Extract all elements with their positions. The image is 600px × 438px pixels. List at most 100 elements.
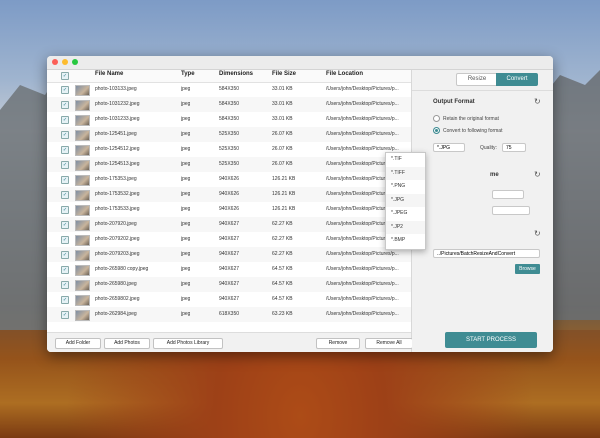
add-photos-button[interactable]: Add Photos: [104, 338, 150, 349]
table-row[interactable]: ✓ photo-1031233.jpeg jpeg 584X350 33.01 KB/U…: [47, 112, 411, 127]
photo-thumbnail: [75, 145, 90, 156]
quality-stepper[interactable]: 75: [502, 143, 526, 152]
row-checkbox[interactable]: ✓: [61, 206, 69, 214]
cell-file-size: 62.27 KB: [272, 221, 293, 227]
cell-file-name: photo-1031232.jpeg: [95, 101, 140, 107]
photo-thumbnail: [75, 250, 90, 261]
hidden-field[interactable]: [492, 206, 530, 215]
cell-file-size: 126.21 KB: [272, 206, 296, 212]
format-option[interactable]: *.TIF: [386, 153, 425, 166]
row-checkbox[interactable]: ✓: [61, 86, 69, 94]
refresh-icon[interactable]: ↻: [534, 98, 541, 106]
browse-button[interactable]: Browse: [515, 264, 540, 274]
cell-file-location: /Users/john/Desktop/Pictures/p...: [326, 101, 399, 107]
cell-file-location: /Users/john/Desktop/Pictures/p...: [326, 311, 399, 317]
cell-type: jpeg: [181, 281, 191, 287]
photo-thumbnail: [75, 310, 90, 321]
row-checkbox[interactable]: ✓: [61, 146, 69, 154]
format-option[interactable]: *.JP2: [386, 220, 425, 234]
cell-dimensions: 940X627: [219, 251, 240, 257]
cell-file-size: 33.01 KB: [272, 86, 293, 92]
row-checkbox[interactable]: ✓: [61, 131, 69, 139]
title-bar: [47, 56, 553, 70]
row-checkbox[interactable]: ✓: [61, 161, 69, 169]
remove-all-button[interactable]: Remove All: [365, 338, 413, 349]
format-option[interactable]: *.BMP: [386, 234, 425, 247]
table-row[interactable]: ✓ photo-2659802.jpeg jpeg 940X627 64.57 KB/U…: [47, 292, 411, 307]
table-row[interactable]: ✓ photo-265980.jpeg jpeg 940X627 64.57 KB/Us…: [47, 277, 411, 292]
cell-type: jpeg: [181, 266, 191, 272]
row-checkbox[interactable]: ✓: [61, 236, 69, 244]
table-row[interactable]: ✓ photo-103133.jpeg jpeg 584X350 33.01 KB/Us…: [47, 82, 411, 97]
divider: [412, 90, 553, 91]
format-option[interactable]: *.JPG: [386, 193, 425, 207]
cell-type: jpeg: [181, 116, 191, 122]
file-list-panel: ✓ File Name Type Dimensions File Size Fi…: [47, 70, 413, 352]
app-window: ✓ File Name Type Dimensions File Size Fi…: [47, 56, 553, 352]
row-checkbox[interactable]: ✓: [61, 116, 69, 124]
table-row[interactable]: ✓ photo-1031232.jpeg jpeg 584X350 33.01 KB/U…: [47, 97, 411, 112]
col-dimensions[interactable]: Dimensions: [219, 71, 253, 77]
cell-file-name: photo-2079202.jpeg: [95, 236, 140, 242]
zoom-window-button[interactable]: [72, 59, 78, 65]
refresh-icon[interactable]: ↻: [534, 230, 541, 238]
cell-type: jpeg: [181, 101, 191, 107]
cell-file-name: photo-1254513.jpeg: [95, 161, 140, 167]
format-option[interactable]: *.TIFF: [386, 166, 425, 180]
col-file-size[interactable]: File Size: [272, 71, 296, 77]
photo-thumbnail: [75, 115, 90, 126]
table-row[interactable]: ✓ photo-125451.jpeg jpeg 525X350 26.07 KB/Us…: [47, 127, 411, 142]
cell-dimensions: 525X350: [219, 161, 240, 167]
table-row[interactable]: ✓ photo-2079202.jpeg jpeg 940X627 62.27 KB/U…: [47, 232, 411, 247]
refresh-icon[interactable]: ↻: [534, 171, 541, 179]
format-option[interactable]: *.JPEG: [386, 207, 425, 220]
quality-label: Quality:: [480, 145, 497, 151]
cell-file-name: photo-265980 copy.jpeg: [95, 266, 149, 272]
table-row[interactable]: ✓ photo-1254512.jpeg jpeg 525X350 26.07 KB/U…: [47, 142, 411, 157]
list-footer: Add Folder Add Photos Add Photos Library…: [47, 332, 413, 352]
format-option[interactable]: *.PNG: [386, 180, 425, 193]
table-row[interactable]: ✓ photo-1753533.jpeg jpeg 940X626 126.21 KB /…: [47, 202, 411, 217]
output-path-field[interactable]: ../Pictures/BatchResizeAndConvert: [433, 249, 540, 258]
row-checkbox[interactable]: ✓: [61, 221, 69, 229]
row-checkbox[interactable]: ✓: [61, 191, 69, 199]
table-row[interactable]: ✓ photo-1753532.jpeg jpeg 940X626 126.21 KB /…: [47, 187, 411, 202]
table-row[interactable]: ✓ photo-2079203.jpeg jpeg 940X627 62.27 KB/U…: [47, 247, 411, 262]
row-checkbox[interactable]: ✓: [61, 251, 69, 259]
cell-file-location: /Users/john/Desktop/Pictures/p...: [326, 266, 399, 272]
cell-dimensions: 940X626: [219, 176, 240, 182]
col-file-location[interactable]: File Location: [326, 71, 363, 77]
select-all-checkbox[interactable]: ✓: [61, 72, 69, 80]
row-checkbox[interactable]: ✓: [61, 176, 69, 184]
table-row[interactable]: ✓ photo-265980 copy.jpeg jpeg 940X627 64.57 …: [47, 262, 411, 277]
retain-format-radio[interactable]: [433, 115, 440, 122]
col-file-name[interactable]: File Name: [95, 71, 123, 77]
table-row[interactable]: ✓ photo-262984.jpeg jpeg 618X350 63.23 KB/Us…: [47, 307, 411, 322]
table-row[interactable]: ✓ photo-175353.jpeg jpeg 940X626 126.21 KB/U…: [47, 172, 411, 187]
remove-button[interactable]: Remove: [316, 338, 360, 349]
row-checkbox[interactable]: ✓: [61, 311, 69, 319]
format-select-value: *.JPG: [437, 145, 451, 151]
cell-type: jpeg: [181, 236, 191, 242]
table-row[interactable]: ✓ photo-1254513.jpeg jpeg 525X350 26.07 KB/U…: [47, 157, 411, 172]
row-checkbox[interactable]: ✓: [61, 281, 69, 289]
convert-format-radio[interactable]: [433, 127, 440, 134]
add-photos-library-button[interactable]: Add Photos Library: [153, 338, 223, 349]
tab-resize[interactable]: Resize: [456, 73, 498, 86]
hidden-select[interactable]: [492, 190, 524, 199]
cell-file-location: /Users/john/Desktop/Pictures/p...: [326, 296, 399, 302]
add-folder-button[interactable]: Add Folder: [55, 338, 101, 349]
row-checkbox[interactable]: ✓: [61, 266, 69, 274]
minimize-window-button[interactable]: [62, 59, 68, 65]
tab-convert[interactable]: Convert: [496, 73, 538, 86]
photo-thumbnail: [75, 280, 90, 291]
close-window-button[interactable]: [52, 59, 58, 65]
row-checkbox[interactable]: ✓: [61, 296, 69, 304]
table-row[interactable]: ✓ photo-207920.jpeg jpeg 940X627 62.27 KB/Us…: [47, 217, 411, 232]
format-select[interactable]: *.JPG: [433, 143, 465, 152]
cell-type: jpeg: [181, 251, 191, 257]
col-type[interactable]: Type: [181, 71, 195, 77]
start-process-button[interactable]: START PROCESS: [445, 332, 537, 348]
row-checkbox[interactable]: ✓: [61, 101, 69, 109]
cell-file-name: photo-175353.jpeg: [95, 176, 137, 182]
